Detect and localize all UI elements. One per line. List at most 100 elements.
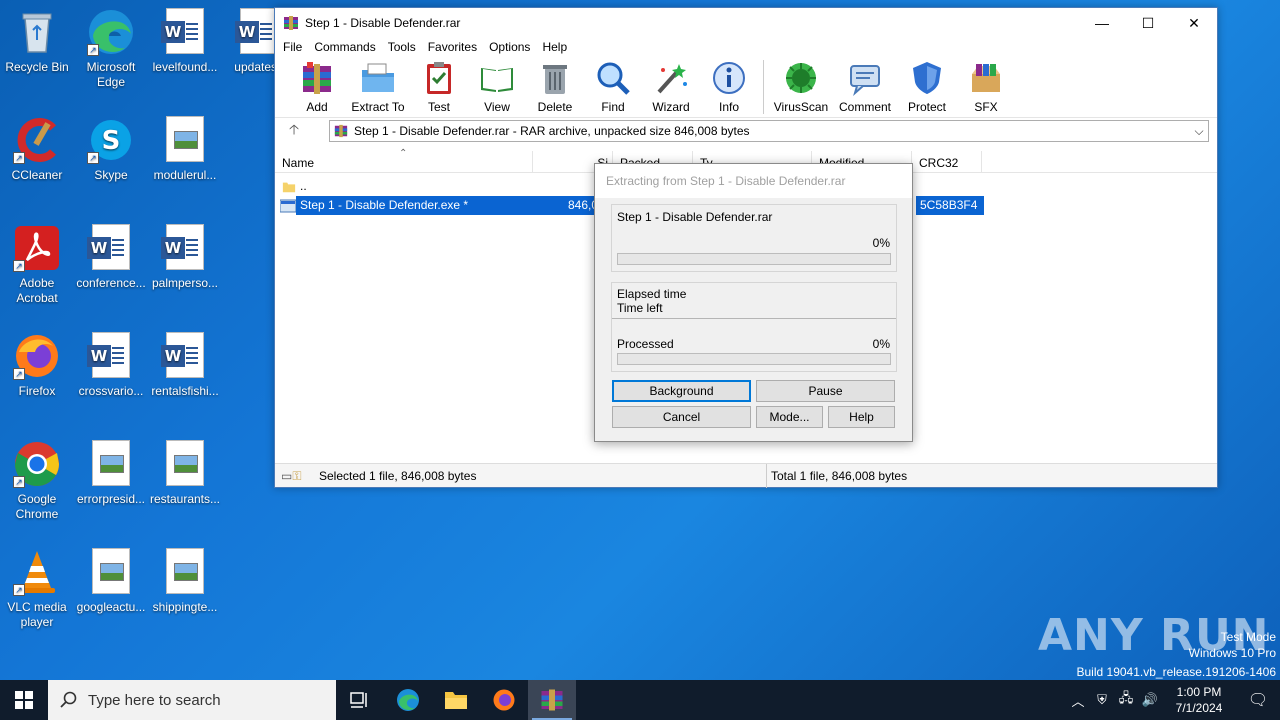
- desktop-icon-crossvario[interactable]: W crossvario...: [74, 332, 148, 399]
- edge-icon: [397, 689, 419, 711]
- image-file-icon: [161, 440, 209, 488]
- taskbar-file-explorer[interactable]: [432, 680, 480, 720]
- processed-percent: 0%: [872, 337, 890, 351]
- desktop-icon-skype[interactable]: S ↗ Skype: [74, 116, 148, 183]
- shortcut-arrow-icon: ↗: [13, 584, 25, 596]
- clipboard-check-icon: [421, 60, 457, 96]
- comment-button[interactable]: Comment: [834, 60, 896, 114]
- protect-button[interactable]: Protect: [898, 60, 956, 114]
- sfx-box-icon: [968, 60, 1004, 96]
- task-view-button[interactable]: [336, 680, 384, 720]
- archive-progress-group: Step 1 - Disable Defender.rar 0%: [611, 204, 897, 272]
- desktop-icon-google-chrome[interactable]: ↗ Google Chrome: [0, 440, 74, 522]
- recycle-bin-icon: [13, 8, 61, 56]
- up-arrow-icon[interactable]: 🡡: [289, 119, 309, 143]
- desktop-icon-errorpresid[interactable]: errorpresid...: [74, 440, 148, 507]
- find-button[interactable]: Find: [585, 60, 641, 114]
- shortcut-arrow-icon: ↗: [13, 152, 25, 164]
- maximize-button[interactable]: ☐: [1125, 8, 1171, 38]
- desktop-icon-firefox[interactable]: ↗ Firefox: [0, 332, 74, 399]
- menu-tools[interactable]: Tools: [382, 40, 422, 54]
- desktop-icon-recycle-bin[interactable]: Recycle Bin: [0, 8, 74, 75]
- desktop-icon-levelfound[interactable]: W levelfound...: [148, 8, 222, 75]
- extract-folder-icon: [360, 60, 396, 96]
- network-icon[interactable]: 🖧: [1114, 689, 1138, 711]
- processed-label: Processed: [617, 337, 674, 351]
- shortcut-arrow-icon: ↗: [87, 44, 99, 56]
- pause-button[interactable]: Pause: [756, 380, 895, 402]
- chevron-up-icon[interactable]: ︿: [1066, 691, 1090, 710]
- menu-bar: File Commands Tools Favorites Options He…: [275, 38, 1217, 56]
- archive-path-field[interactable]: Step 1 - Disable Defender.rar - RAR arch…: [329, 120, 1209, 142]
- desktop-icon-ccleaner[interactable]: ↗ CCleaner: [0, 116, 74, 183]
- menu-favorites[interactable]: Favorites: [422, 40, 483, 54]
- time-progress-group: Elapsed time Time left Processed 0%: [611, 282, 897, 372]
- background-button[interactable]: Background: [612, 380, 751, 402]
- column-crc32[interactable]: CRC32: [912, 151, 982, 172]
- ccleaner-icon: ↗: [13, 116, 61, 164]
- desktop-icon-vlc[interactable]: ↗ VLC media player: [0, 548, 74, 630]
- clock[interactable]: 1:00 PM 7/1/2024: [1162, 684, 1236, 716]
- close-button[interactable]: ✕: [1171, 8, 1217, 38]
- volume-icon[interactable]: 🔊: [1138, 692, 1162, 708]
- extract-to-button[interactable]: Extract To: [347, 60, 409, 114]
- status-bar: ▭⚿ Selected 1 file, 846,008 bytes Total …: [275, 463, 1217, 488]
- notification-icon[interactable]: 🗨: [1236, 690, 1280, 710]
- exe-file-icon: [280, 199, 296, 212]
- window-title: Step 1 - Disable Defender.rar: [305, 16, 461, 30]
- taskbar-firefox[interactable]: [480, 680, 528, 720]
- archive-progress-bar: [617, 253, 891, 265]
- test-button[interactable]: Test: [411, 60, 467, 114]
- desktop-icon-modulerul[interactable]: modulerul...: [148, 116, 222, 183]
- taskbar-edge[interactable]: [384, 680, 432, 720]
- taskbar-search-box[interactable]: Type here to search: [48, 680, 336, 720]
- magnifier-icon: [595, 60, 631, 96]
- divider: [612, 318, 896, 319]
- menu-help[interactable]: Help: [536, 40, 573, 54]
- help-button[interactable]: Help: [828, 406, 895, 428]
- window-titlebar[interactable]: Step 1 - Disable Defender.rar — ☐ ✕: [275, 8, 1217, 38]
- desktop-icon-rentalsfishi[interactable]: W rentalsfishi...: [148, 332, 222, 399]
- desktop-icon-restaurants[interactable]: restaurants...: [148, 440, 222, 507]
- toolbar-separator: [763, 60, 764, 114]
- shortcut-arrow-icon: ↗: [87, 152, 99, 164]
- security-icon[interactable]: ⛨: [1090, 692, 1114, 708]
- archive-name: Step 1 - Disable Defender.rar: [617, 210, 773, 224]
- trash-can-icon: [537, 60, 573, 96]
- magic-wand-icon: [653, 60, 689, 96]
- desktop-icon-googleactu[interactable]: googleactu...: [74, 548, 148, 615]
- view-button[interactable]: View: [469, 60, 525, 114]
- desktop-icon-shippingte[interactable]: shippingte...: [148, 548, 222, 615]
- desktop-icon-conference[interactable]: W conference...: [74, 224, 148, 291]
- column-name[interactable]: Name ⌃: [275, 148, 533, 172]
- menu-commands[interactable]: Commands: [308, 40, 381, 54]
- mode-button[interactable]: Mode...: [756, 406, 823, 428]
- virusscan-button[interactable]: VirusScan: [770, 60, 832, 114]
- chevron-down-icon[interactable]: ⌵: [1190, 124, 1208, 139]
- desktop-icon-adobe-acrobat[interactable]: ↗ Adobe Acrobat: [0, 224, 74, 306]
- delete-button[interactable]: Delete: [527, 60, 583, 114]
- book-icon: [479, 60, 515, 96]
- menu-options[interactable]: Options: [483, 40, 536, 54]
- desktop-icon-edge[interactable]: ↗ Microsoft Edge: [74, 8, 148, 90]
- firefox-icon: [493, 689, 515, 711]
- toolbar: Add Extract To Test View Delete Find Wiz…: [275, 56, 1217, 118]
- add-button[interactable]: Add: [289, 60, 345, 114]
- info-button[interactable]: Info: [701, 60, 757, 114]
- status-left: ▭⚿ Selected 1 file, 846,008 bytes: [275, 463, 767, 488]
- wizard-button[interactable]: Wizard: [643, 60, 699, 114]
- desktop-icon-palmperso[interactable]: W palmperso...: [148, 224, 222, 291]
- image-file-icon: [161, 548, 209, 596]
- minimize-button[interactable]: —: [1079, 8, 1125, 38]
- start-button[interactable]: [0, 680, 48, 720]
- word-document-icon: W: [161, 224, 209, 272]
- cancel-button[interactable]: Cancel: [612, 406, 751, 428]
- sfx-button[interactable]: SFX: [958, 60, 1014, 114]
- shield-icon: [909, 60, 945, 96]
- word-document-icon: W: [87, 332, 135, 380]
- menu-file[interactable]: File: [277, 40, 308, 54]
- image-file-icon: [161, 116, 209, 164]
- taskbar-winrar[interactable]: [528, 680, 576, 720]
- processed-progress-bar: [617, 353, 891, 365]
- folder-icon: [445, 692, 467, 709]
